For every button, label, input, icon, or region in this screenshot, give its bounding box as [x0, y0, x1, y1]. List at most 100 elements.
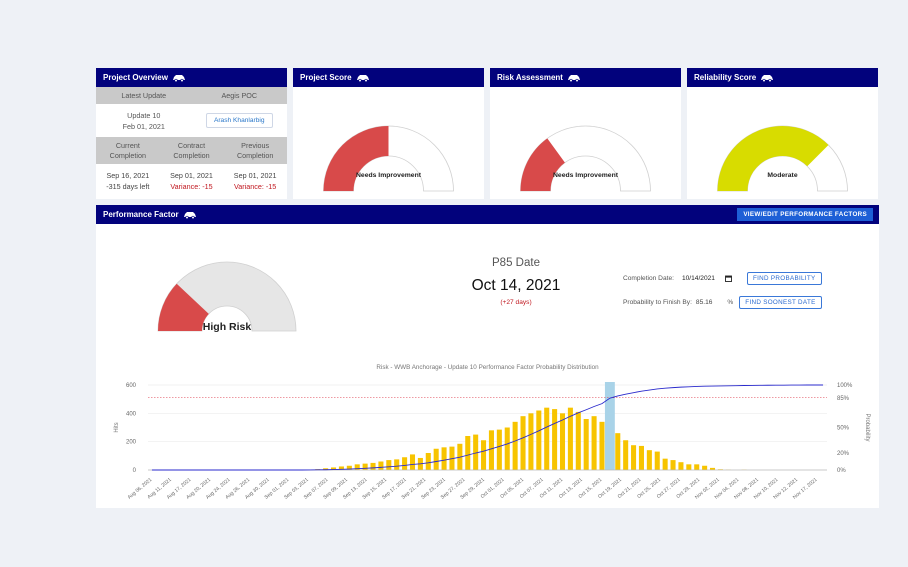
p85-title: P85 Date — [492, 257, 540, 269]
completion-date-label: Completion Date: — [623, 275, 674, 282]
probability-distribution-chart: 0 200 400 600 0% 20% 50% 85% 100% Hits Probability… — [114, 382, 870, 501]
y2-tick-label: 50% — [837, 426, 850, 432]
completion-date-row: Completion Date: 10/14/2021 FIND PROBABI… — [623, 272, 822, 285]
y2-axis-label: Probability — [864, 413, 870, 441]
find-probability-button[interactable]: FIND PROBABILITY — [746, 272, 822, 285]
car-icon — [356, 74, 369, 82]
distribution-bar — [433, 448, 439, 470]
contract-variance: Variance: -15 — [170, 181, 213, 191]
find-soonest-date-button[interactable]: FIND SOONEST DATE — [739, 296, 822, 309]
previous-variance: Variance: -15 — [234, 181, 277, 191]
risk-assessment-title: Risk Assessment — [497, 73, 563, 82]
gauge-fill — [717, 126, 829, 191]
distribution-bar — [599, 421, 605, 470]
reliability-score-label: Moderate — [767, 172, 798, 179]
risk-assessment-header: Risk Assessment — [490, 68, 681, 87]
y2-tick-label: 100% — [837, 383, 853, 389]
distribution-bar — [402, 457, 408, 470]
view-edit-performance-factors-button[interactable]: VIEW/EDIT PERFORMANCE FACTORS — [737, 208, 873, 221]
car-icon — [567, 74, 580, 82]
probability-row: Probability to Finish By: 85.16 % FIND S… — [623, 296, 822, 309]
probability-input[interactable]: 85.16 — [696, 299, 713, 306]
y-axis-label: Hits — [114, 422, 120, 432]
probability-label: Probability to Finish By: — [623, 299, 692, 306]
y-tick-label: 200 — [126, 440, 137, 446]
y2-tick-label: 20% — [837, 451, 850, 457]
probability-unit: % — [727, 299, 734, 306]
latest-update-label: Latest Update — [121, 91, 167, 100]
reliability-score-card: Reliability Score Moderate — [687, 68, 878, 199]
distribution-bar — [638, 445, 644, 470]
poc-button[interactable]: Arash Khanlarbig — [205, 113, 273, 128]
distribution-bar — [591, 416, 597, 470]
performance-gauge-label: High Risk — [202, 321, 252, 333]
project-score-title: Project Score — [300, 73, 352, 82]
distribution-bar — [370, 462, 376, 470]
distribution-bar — [512, 421, 518, 470]
project-overview-header: Project Overview — [96, 68, 287, 87]
distribution-bar — [623, 440, 629, 470]
distribution-bar — [409, 454, 416, 470]
distribution-bar — [654, 451, 660, 470]
distribution-bar — [702, 465, 708, 470]
distribution-bar — [441, 447, 447, 470]
y-tick-label: 0 — [133, 468, 137, 474]
distribution-bar — [686, 464, 692, 470]
project-overview-card: Project Overview Latest Update Aegis POC… — [96, 68, 287, 199]
distribution-bar — [678, 462, 684, 470]
distribution-bar — [552, 409, 558, 470]
project-score-header: Project Score — [293, 68, 484, 87]
distribution-bar — [615, 433, 621, 470]
distribution-bar — [425, 453, 431, 470]
risk-assessment-gauge — [520, 125, 651, 192]
distribution-bar — [520, 416, 526, 470]
previous-completion-label: Previous Completion — [236, 140, 274, 160]
y2-tick-label: 0% — [837, 468, 846, 474]
y-tick-label: 400 — [126, 411, 137, 417]
car-icon — [761, 74, 774, 82]
risk-assessment-card: Risk Assessment Needs Improvement — [490, 68, 681, 199]
overview-header-row: Latest Update Aegis POC — [96, 87, 287, 104]
completion-header-row: Current Completion Contract Completion Pre… — [96, 137, 287, 164]
calendar-icon[interactable] — [725, 275, 732, 282]
aegis-poc-label: Aegis POC — [221, 91, 258, 100]
distribution-bar — [583, 419, 589, 470]
distribution-bar — [646, 450, 652, 470]
y-tick-label: 600 — [126, 383, 137, 389]
distribution-bar — [559, 413, 566, 470]
update-date: Feb 01, 2021 — [122, 121, 165, 131]
reliability-score-title: Reliability Score — [694, 73, 757, 82]
gauge-fill — [323, 126, 389, 191]
distribution-bar — [544, 407, 550, 470]
y2-tick-label: 85% — [837, 396, 850, 402]
p85-date: Oct 14, 2021 — [471, 277, 561, 294]
update-name: Update 10 — [127, 110, 161, 120]
completion-values-row: Sep 16, 2021 -315 days left Sep 01, 2021 V… — [96, 164, 287, 197]
distribution-bar — [631, 445, 637, 470]
distribution-bar — [575, 411, 581, 470]
current-completion: Sep 16, 2021 -315 days left — [106, 170, 150, 191]
distribution-bar — [488, 430, 494, 470]
distribution-bar — [362, 463, 368, 470]
distribution-bar — [536, 410, 542, 470]
previous-completion: Sep 01, 2021 Variance: -15 — [223, 170, 287, 192]
distribution-bar — [481, 440, 487, 470]
performance-factor-card: Performance Factor VIEW/EDIT PERFORMANCE… — [96, 205, 879, 508]
project-overview-title: Project Overview — [103, 73, 168, 82]
distribution-bar — [670, 460, 676, 470]
distribution-bar — [528, 413, 534, 470]
distribution-bar — [496, 429, 502, 470]
distribution-bar — [394, 459, 400, 470]
p85-delta: (+27 days) — [500, 299, 532, 306]
contract-completion-label: Contract Completion — [173, 140, 210, 160]
overview-update-row: Update 10 Feb 01, 2021 Arash Khanlarbig — [96, 104, 287, 137]
project-score-label: Needs Improvement — [356, 172, 421, 179]
distribution-bar — [386, 460, 392, 470]
risk-assessment-label: Needs Improvement — [553, 172, 618, 179]
completion-date-input[interactable]: 10/14/2021 — [682, 275, 715, 282]
contract-completion: Sep 01, 2021 Variance: -15 — [160, 170, 224, 192]
project-score-card: Project Score Needs Improvement — [293, 68, 484, 199]
reliability-score-gauge — [717, 125, 848, 192]
project-score-gauge — [323, 125, 454, 192]
update-info: Update 10 Feb 01, 2021 — [96, 111, 192, 131]
